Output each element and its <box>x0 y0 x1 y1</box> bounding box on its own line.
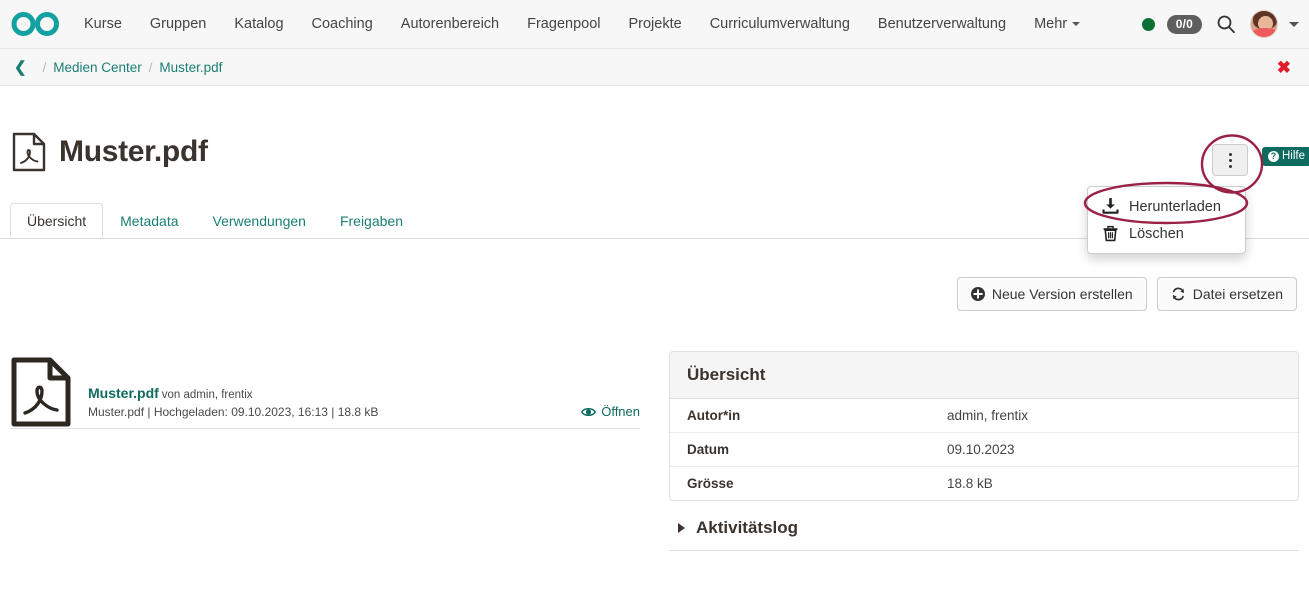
question-mark-icon: ? <box>1268 150 1279 162</box>
open-file-label: Öffnen <box>601 404 640 419</box>
breadcrumb-separator-2: / <box>148 59 153 75</box>
menu-item-loeschen[interactable]: Löschen <box>1088 220 1245 247</box>
overview-panel: Übersicht Autor*in admin, frentix Datum … <box>669 351 1299 501</box>
activity-log-title: Aktivitätslog <box>696 518 799 537</box>
more-options-dropdown-menu: Herunterladen Löschen <box>1087 186 1246 254</box>
neue-version-erstellen-button[interactable]: Neue Version erstellen <box>956 277 1147 311</box>
avatar[interactable] <box>1250 10 1278 38</box>
activity-log-section: Aktivitätslog <box>669 512 1299 551</box>
nav-item-projekte[interactable]: Projekte <box>614 0 695 49</box>
online-status-dot <box>1141 17 1155 31</box>
menu-item-herunterladen-label: Herunterladen <box>1129 198 1221 215</box>
overview-value-groesse: 18.8 kB <box>947 476 993 491</box>
action-button-group: Neue Version erstellen Datei ersetzen <box>956 277 1297 311</box>
pdf-file-icon <box>11 357 71 427</box>
file-meta: Muster.pdf von admin, frentix Muster.pdf … <box>88 385 581 419</box>
breadcrumb-separator: / <box>42 59 47 75</box>
nav-item-curriculumverwaltung[interactable]: Curriculumverwaltung <box>696 0 864 49</box>
file-details: Muster.pdf | Hochgeladen: 09.10.2023, 16… <box>88 405 379 419</box>
nav-item-benutzerverwaltung[interactable]: Benutzerverwaltung <box>864 0 1020 49</box>
plus-circle-icon <box>970 287 985 301</box>
file-name-line: Muster.pdf von admin, frentix <box>88 385 581 401</box>
overview-panel-title: Übersicht <box>670 352 1298 399</box>
tab-uebersicht[interactable]: Übersicht <box>10 203 104 238</box>
user-menu-chevron-down-icon[interactable] <box>1289 21 1299 27</box>
caret-right-icon <box>678 523 685 533</box>
table-row: Autor*in admin, frentix <box>670 399 1298 433</box>
file-panel-divider <box>10 428 640 429</box>
tab-freigaben[interactable]: Freigaben <box>323 203 420 238</box>
file-name-link[interactable]: Muster.pdf <box>88 385 159 401</box>
overview-key-datum: Datum <box>687 442 730 457</box>
datei-ersetzen-label: Datei ersetzen <box>1192 286 1283 302</box>
datei-ersetzen-button[interactable]: Datei ersetzen <box>1156 277 1297 311</box>
download-icon <box>1102 198 1119 214</box>
open-file-link[interactable]: Öffnen <box>581 404 640 419</box>
menu-item-loeschen-label: Löschen <box>1129 225 1184 242</box>
nav-item-autorenbereich[interactable]: Autorenbereich <box>387 0 513 49</box>
breadcrumb: ❮ / Medien Center / Muster.pdf ✖ <box>0 49 1309 86</box>
kebab-dot-3 <box>1228 164 1232 168</box>
nav-item-mehr-label: Mehr <box>1034 15 1068 32</box>
nav-item-mehr[interactable]: Mehr <box>1020 0 1094 49</box>
trash-icon <box>1103 225 1118 242</box>
file-author: von admin, frentix <box>161 389 253 401</box>
notification-count-badge[interactable]: 0/0 <box>1166 14 1202 34</box>
page-title-row: Muster.pdf <box>12 132 208 172</box>
overview-key-autor: Autor*in <box>687 408 741 423</box>
nav-item-kurse[interactable]: Kurse <box>70 0 136 49</box>
search-icon[interactable] <box>1216 14 1236 34</box>
avatar-shirt <box>1252 28 1277 37</box>
close-x-icon[interactable]: ✖ <box>1277 59 1295 76</box>
overview-key-groesse: Grösse <box>687 476 734 491</box>
kebab-dot-2 <box>1228 158 1232 162</box>
activity-log-divider <box>669 550 1299 551</box>
file-preview-panel: Muster.pdf von admin, frentix Muster.pdf … <box>10 356 640 428</box>
nav-item-coaching[interactable]: Coaching <box>298 0 387 49</box>
nav-item-katalog[interactable]: Katalog <box>220 0 297 49</box>
table-row: Grösse 18.8 kB <box>670 467 1298 501</box>
help-label: Hilfe <box>1282 150 1306 162</box>
top-navigation-bar: Kurse Gruppen Katalog Coaching Autorenbe… <box>0 0 1309 49</box>
table-row: Datum 09.10.2023 <box>670 433 1298 467</box>
nav-right-cluster: 0/0 <box>1141 0 1309 49</box>
tab-metadata[interactable]: Metadata <box>103 203 195 238</box>
page-root: Kurse Gruppen Katalog Coaching Autorenbe… <box>0 0 1309 590</box>
activity-log-toggle[interactable]: Aktivitätslog <box>669 512 1299 550</box>
breadcrumb-item-muster-pdf[interactable]: Muster.pdf <box>159 60 222 75</box>
eye-icon <box>581 407 597 416</box>
nav-items: Kurse Gruppen Katalog Coaching Autorenbe… <box>70 0 1094 49</box>
refresh-icon <box>1172 287 1184 301</box>
nav-item-fragenpool[interactable]: Fragenpool <box>513 0 614 49</box>
file-row: Muster.pdf von admin, frentix Muster.pdf … <box>10 356 640 428</box>
neue-version-erstellen-label: Neue Version erstellen <box>991 286 1133 302</box>
tab-verwendungen[interactable]: Verwendungen <box>196 203 323 238</box>
breadcrumb-back-chevron-left-icon[interactable]: ❮ <box>14 58 27 76</box>
overview-value-autor: admin, frentix <box>947 408 1029 423</box>
nav-item-gruppen[interactable]: Gruppen <box>136 0 220 49</box>
pdf-file-icon <box>12 132 46 172</box>
tab-strip: Übersicht Metadata Verwendungen Freigabe… <box>10 203 420 238</box>
infinity-logo-icon <box>11 12 59 36</box>
breadcrumb-item-medien-center[interactable]: Medien Center <box>53 60 142 75</box>
kebab-dot-1 <box>1228 152 1232 156</box>
overview-table: Autor*in admin, frentix Datum 09.10.2023… <box>670 399 1298 500</box>
overview-value-datum: 09.10.2023 <box>947 442 1015 457</box>
help-button[interactable]: ? Hilfe <box>1262 147 1309 166</box>
chevron-down-icon <box>1072 21 1081 26</box>
menu-item-herunterladen[interactable]: Herunterladen <box>1088 193 1245 220</box>
more-options-vertical-icon[interactable] <box>1212 144 1248 176</box>
brand-logo[interactable] <box>0 10 70 38</box>
page-title: Muster.pdf <box>59 135 208 168</box>
